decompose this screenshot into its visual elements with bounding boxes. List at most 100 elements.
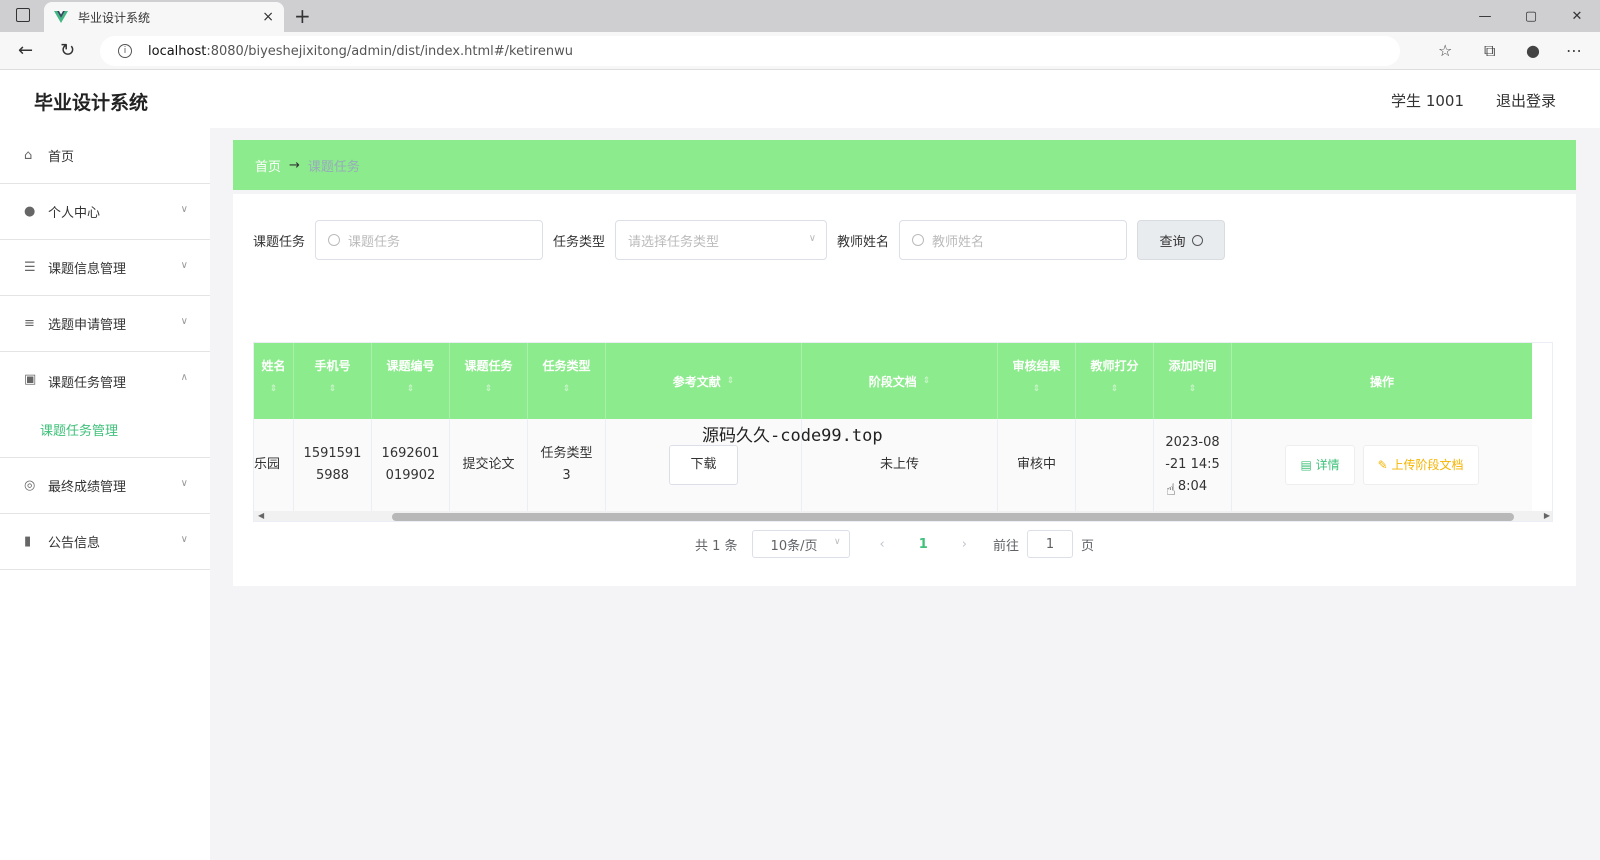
cell-score (1076, 419, 1154, 511)
sidebar-item-profile[interactable]: ● 个人中心 ∨ (0, 184, 210, 240)
page-size-select[interactable]: 10条/页 ∨ (751, 530, 850, 558)
app-header: 毕业设计系统 学生 1001 退出登录 (0, 70, 1600, 128)
browser-tab[interactable]: 毕业设计系统 × (44, 2, 284, 32)
sidebar-item-topic-info[interactable]: ☰ 课题信息管理 ∨ (0, 240, 210, 296)
detail-button[interactable]: ▤ 详情 (1285, 445, 1355, 485)
sidebar-item-selection[interactable]: ≡ 选题申请管理 ∨ (0, 296, 210, 352)
maximize-icon[interactable]: ▢ (1508, 0, 1554, 32)
col-score[interactable]: 教师打分 ⇕ (1076, 343, 1154, 419)
search-bar: 课题任务 课题任务 任务类型 请选择任务类型 ∨ 教师姓名 教师姓名 查询 (253, 220, 1226, 260)
scroll-left-icon[interactable]: ◀ (258, 511, 264, 520)
submenu-task-management[interactable]: 课题任务管理 (40, 420, 118, 439)
download-button[interactable]: 下载 (669, 445, 738, 485)
address-bar: ← ↻ i localhost:8080/biyeshejixitong/adm… (0, 32, 1600, 70)
breadcrumb: 首页 → 课题任务 (233, 140, 1576, 190)
breadcrumb-current: 课题任务 (307, 159, 360, 175)
new-tab-icon[interactable]: + (294, 4, 311, 28)
sidebar-item-home[interactable]: ⌂ 首页 (0, 128, 210, 184)
home-icon: ⌂ (24, 148, 33, 163)
sidebar-toggle-icon[interactable] (16, 8, 30, 22)
cell-name: 乐园 (254, 419, 294, 511)
table-row: 乐园 15915915988 1692601019902 提交论文 任务类型3 … (254, 419, 1532, 511)
sidebar-item-grades[interactable]: ◎ 最终成绩管理 ∨ (0, 458, 210, 514)
breadcrumb-home[interactable]: 首页 (255, 156, 281, 175)
goto-label: 前往 (993, 538, 1020, 554)
task-search-input[interactable]: 课题任务 (315, 220, 544, 260)
query-label: 查询 (1159, 234, 1186, 250)
col-type[interactable]: 任务类型 ⇕ (528, 343, 606, 419)
notice-icon: ▮ (24, 534, 32, 549)
type-label: 任务类型 (553, 234, 606, 250)
window-close-icon[interactable]: ✕ (1554, 0, 1600, 32)
sidebar-item-label: 课题任务管理 (48, 376, 127, 391)
user-icon: ● (24, 204, 36, 219)
sidebar-item-label: 个人中心 (48, 206, 101, 221)
col-audit[interactable]: 审核结果 ⇕ (998, 343, 1076, 419)
type-placeholder: 请选择任务类型 (628, 234, 720, 250)
col-task[interactable]: 课题任务 ⇕ (450, 343, 528, 419)
sort-icon[interactable]: ⇕ (1076, 384, 1153, 394)
sort-icon[interactable]: ⇕ (372, 384, 449, 394)
minimize-icon[interactable]: — (1462, 0, 1508, 32)
chevron-down-icon: ∨ (180, 478, 188, 489)
vue-logo-icon (54, 11, 68, 23)
teacher-search-input[interactable]: 教师姓名 (899, 220, 1128, 260)
col-reference[interactable]: 参考文献 ⇕ (606, 343, 802, 419)
scroll-right-icon[interactable]: ▶ (1544, 511, 1550, 520)
url-path: :8080/biyeshejixitong/admin/dist/index.h… (206, 43, 573, 59)
chevron-down-icon: ∨ (833, 537, 841, 547)
watermark-text: 源码久久-code99.top (702, 426, 883, 446)
sidebar-item-notice[interactable]: ▮ 公告信息 ∨ (0, 514, 210, 570)
col-stage-doc[interactable]: 阶段文档 ⇕ (802, 343, 998, 419)
sort-icon[interactable]: ⇕ (528, 384, 605, 394)
col-time[interactable]: 添加时间 ⇕ (1154, 343, 1232, 419)
back-icon[interactable]: ← (18, 40, 33, 61)
sort-icon[interactable]: ⇕ (294, 384, 371, 394)
window-controls: — ▢ ✕ (1462, 0, 1600, 32)
total-count: 共 1 条 (695, 538, 738, 554)
sort-icon[interactable]: ⇕ (1154, 384, 1231, 394)
tab-title: 毕业设计系统 (78, 10, 151, 25)
goto-page-input[interactable]: 1 (1027, 530, 1074, 558)
query-button[interactable]: 查询 (1137, 220, 1226, 260)
table-header: 姓名 ⇕ 手机号 ⇕ 课题编号 ⇕ 课题任务 ⇕ 任务类型 ⇕ 参考文献 ⇕ 阶段文档 ⇕ 审… (254, 343, 1532, 419)
sort-icon[interactable]: ⇕ (923, 376, 931, 386)
url-field[interactable]: i localhost:8080/biyeshejixitong/admin/d… (100, 36, 1400, 66)
cell-type: 任务类型3 (528, 419, 606, 511)
scrollbar-thumb[interactable] (392, 513, 1514, 521)
col-code[interactable]: 课题编号 ⇕ (372, 343, 450, 419)
col-phone[interactable]: 手机号 ⇕ (294, 343, 372, 419)
horizontal-scrollbar[interactable]: ◀ ▶ (254, 511, 1552, 521)
cell-actions: ▤ 详情 ✎ 上传阶段文档 (1232, 419, 1532, 511)
sliders-icon: ☰ (24, 260, 36, 275)
hand-cursor-icon: ☝ (1166, 480, 1176, 499)
sort-icon[interactable]: ⇕ (254, 384, 293, 394)
upload-stage-doc-button[interactable]: ✎ 上传阶段文档 (1362, 445, 1479, 485)
site-info-icon[interactable]: i (118, 44, 132, 58)
next-page-icon[interactable]: › (962, 537, 967, 552)
page-number[interactable]: 1 (919, 537, 928, 552)
more-icon[interactable]: ⋯ (1566, 41, 1582, 60)
prev-page-icon[interactable]: ‹ (880, 537, 885, 552)
tab-close-icon[interactable]: × (262, 9, 274, 25)
teacher-label: 教师姓名 (837, 234, 890, 250)
type-select[interactable]: 请选择任务类型 ∨ (615, 220, 828, 260)
sidebar-item-task[interactable]: ▣ 课题任务管理 ∧ 课题任务管理 (0, 352, 210, 458)
collections-icon[interactable]: ⧉ (1484, 41, 1495, 61)
sidebar-item-label: 最终成绩管理 (48, 480, 127, 495)
target-icon: ◎ (24, 478, 36, 493)
breadcrumb-arrow: → (289, 157, 300, 173)
chevron-down-icon: ∨ (180, 260, 188, 271)
page-unit: 页 (1081, 538, 1095, 554)
favorites-icon[interactable]: ☆ (1438, 41, 1452, 60)
reload-icon[interactable]: ↻ (60, 40, 75, 61)
sort-icon[interactable]: ⇕ (727, 376, 735, 386)
col-name[interactable]: 姓名 ⇕ (254, 343, 294, 419)
sort-icon[interactable]: ⇕ (450, 384, 527, 394)
task-table: 姓名 ⇕ 手机号 ⇕ 课题编号 ⇕ 课题任务 ⇕ 任务类型 ⇕ 参考文献 ⇕ 阶段文档 ⇕ 审… (253, 342, 1553, 522)
profile-icon[interactable]: ● (1526, 41, 1540, 60)
sort-icon[interactable]: ⇕ (998, 384, 1075, 394)
logout-link[interactable]: 退出登录 (1496, 90, 1556, 111)
search-icon (328, 234, 341, 246)
url-host: localhost (148, 43, 207, 59)
